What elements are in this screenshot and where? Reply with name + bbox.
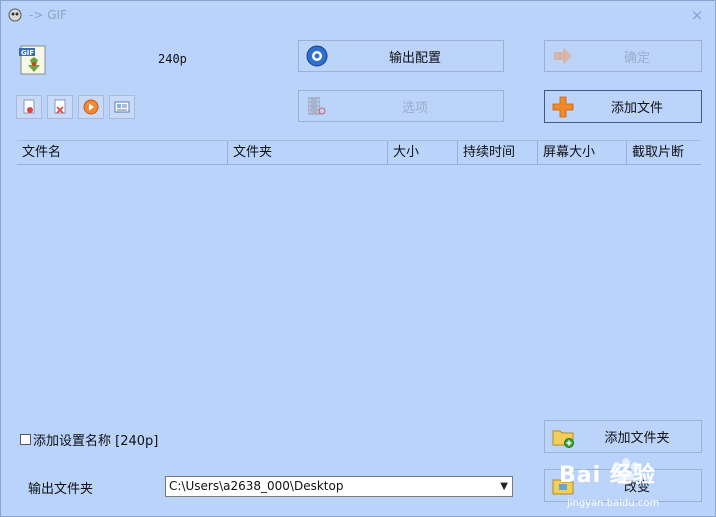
add-folder-button[interactable]: 添加文件夹 <box>544 420 702 453</box>
output-folder-select[interactable]: C:\Users\a2638_000\Desktop ▼ <box>165 476 513 497</box>
output-config-label: 输出配置 <box>388 50 441 66</box>
column-header-folder[interactable]: 文件夹 <box>228 141 388 164</box>
options-label: 选项 <box>401 100 428 116</box>
add-setting-name-label: 添加设置名称 [240p] <box>33 434 159 449</box>
plus-icon <box>552 96 574 117</box>
profile-label: 240p <box>158 52 187 66</box>
column-header-clip[interactable]: 截取片断 <box>627 141 701 164</box>
play-icon <box>83 99 99 115</box>
confirm-button[interactable]: 确定 <box>544 40 702 72</box>
page-x-icon <box>54 99 66 114</box>
title-bar: -> GIF × <box>1 1 715 29</box>
main-window: -> GIF × GIF 240p 输出配置 确定 选项 添加文件 文件名 文件… <box>0 0 716 517</box>
app-icon <box>8 8 22 22</box>
svg-text:GIF: GIF <box>21 49 34 57</box>
play-button[interactable] <box>78 95 104 119</box>
chevron-down-icon[interactable]: ▼ <box>500 477 508 496</box>
gear-icon <box>306 45 328 67</box>
clear-list-button[interactable] <box>47 95 73 119</box>
gif-format-icon: GIF <box>19 45 46 75</box>
info-card-icon <box>114 101 130 113</box>
checkbox-box[interactable] <box>20 434 31 445</box>
page-minus-icon <box>23 99 35 114</box>
column-header-filename[interactable]: 文件名 <box>17 141 228 164</box>
file-list[interactable]: 文件名 文件夹 大小 持续时间 屏幕大小 截取片断 <box>17 140 701 405</box>
close-button[interactable]: × <box>685 4 709 26</box>
window-title: -> GIF <box>29 8 67 22</box>
list-header: 文件名 文件夹 大小 持续时间 屏幕大小 截取片断 <box>17 141 701 165</box>
column-header-duration[interactable]: 持续时间 <box>458 141 538 164</box>
add-setting-name-checkbox[interactable]: 添加设置名称 [240p] <box>20 430 158 449</box>
watermark-url: jingyan.baidu.com <box>567 498 660 509</box>
folder-add-icon <box>552 430 574 448</box>
media-info-button[interactable] <box>109 95 135 119</box>
column-header-screen-size[interactable]: 屏幕大小 <box>538 141 627 164</box>
column-header-size[interactable]: 大小 <box>388 141 458 164</box>
arrow-right-icon <box>554 47 572 65</box>
watermark-text: Bai 经验 <box>559 463 656 488</box>
add-file-button[interactable]: 添加文件 <box>544 90 702 123</box>
output-folder-label: 输出文件夹 <box>28 482 94 497</box>
options-button[interactable]: 选项 <box>298 90 504 122</box>
output-folder-value: C:\Users\a2638_000\Desktop <box>169 479 344 493</box>
remove-file-button[interactable] <box>16 95 42 119</box>
film-scissors-icon <box>308 97 326 115</box>
output-config-button[interactable]: 输出配置 <box>298 40 504 72</box>
